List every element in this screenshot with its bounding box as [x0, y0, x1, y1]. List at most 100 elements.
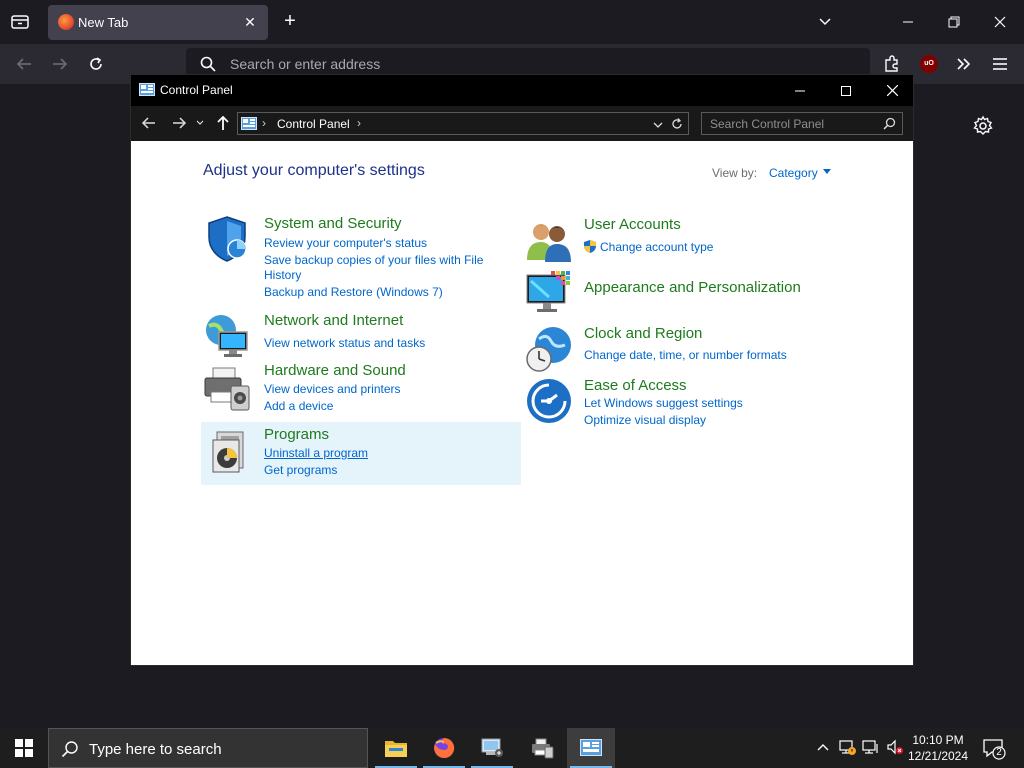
dropdown-caret-icon[interactable]	[823, 169, 831, 174]
category-appearance-and-personalization: Appearance and Personalization	[525, 269, 845, 319]
monitor-icon[interactable]	[525, 269, 573, 317]
notification-count-badge: 2	[996, 747, 1002, 758]
taskbar: Type here to search 10:10 PM 12/21/2024 …	[0, 728, 1024, 768]
category-title[interactable]: Network and Internet	[264, 312, 403, 329]
recent-locations-chevron-icon[interactable]	[195, 114, 205, 132]
link-file-history[interactable]: Save backup copies of your files with Fi…	[264, 252, 483, 268]
maximize-window-button[interactable]	[823, 75, 869, 106]
search-input[interactable]	[710, 113, 878, 134]
gear-icon[interactable]	[972, 115, 994, 137]
search-icon	[61, 740, 79, 758]
category-user-accounts: User Accounts Change account type	[525, 216, 845, 264]
file-explorer-icon[interactable]	[372, 728, 420, 768]
taskbar-search-box[interactable]: Type here to search	[48, 728, 368, 768]
control-panel-taskbar-icon[interactable]	[567, 728, 615, 768]
category-title[interactable]: System and Security	[264, 215, 402, 232]
category-hardware-and-sound: Hardware and Sound View devices and prin…	[203, 362, 523, 414]
back-arrow-icon[interactable]	[13, 53, 35, 75]
close-window-button[interactable]	[869, 75, 915, 106]
breadcrumb-chevron-icon[interactable]: ›	[357, 116, 361, 130]
clock-date: 12/21/2024	[907, 749, 969, 763]
window-title: Control Panel	[160, 83, 233, 97]
restore-icon[interactable]	[944, 12, 964, 32]
breadcrumb-chevron-icon[interactable]: ›	[262, 116, 266, 130]
link-network-status[interactable]: View network status and tasks	[264, 335, 425, 351]
programs-icon[interactable]	[207, 428, 255, 476]
link-suggest-settings[interactable]: Let Windows suggest settings	[584, 395, 743, 411]
category-title[interactable]: Ease of Access	[584, 377, 687, 394]
category-title[interactable]: Programs	[264, 426, 329, 443]
close-icon[interactable]	[990, 12, 1010, 32]
remote-desktop-icon[interactable]	[468, 728, 516, 768]
view-by-dropdown[interactable]: Category	[769, 166, 818, 180]
category-system-and-security: System and Security Review your computer…	[203, 213, 523, 303]
page-title: Adjust your computer's settings	[203, 162, 425, 179]
display-network-icon[interactable]	[862, 738, 880, 756]
control-panel-window: Control Panel › Control Panel › Search C…	[130, 74, 914, 666]
uac-shield-icon	[584, 240, 596, 253]
reload-icon[interactable]	[85, 53, 107, 75]
search-icon[interactable]	[883, 117, 896, 130]
view-by-label: View by:	[712, 166, 758, 180]
new-tab-button[interactable]: +	[280, 11, 300, 31]
forward-arrow-icon[interactable]	[49, 53, 71, 75]
breadcrumb-location[interactable]: Control Panel	[277, 117, 350, 131]
hamburger-menu-icon[interactable]	[990, 54, 1010, 74]
firefox-icon[interactable]	[420, 728, 468, 768]
link-backup-restore[interactable]: Backup and Restore (Windows 7)	[264, 284, 443, 300]
search-icon	[200, 56, 216, 72]
chevron-up-icon[interactable]	[814, 738, 832, 756]
users-icon[interactable]	[525, 216, 573, 264]
link-optimize-display[interactable]: Optimize visual display	[584, 412, 706, 428]
minimize-window-button[interactable]	[777, 75, 823, 106]
link-uninstall-program[interactable]: Uninstall a program	[264, 445, 368, 461]
link-review-status[interactable]: Review your computer's status	[264, 235, 427, 251]
taskbar-search-placeholder: Type here to search	[89, 741, 222, 758]
control-panel-icon	[241, 117, 257, 130]
category-clock-and-region: Clock and Region Change date, time, or n…	[525, 325, 845, 373]
printer-icon[interactable]	[203, 364, 251, 412]
ublock-origin-icon[interactable]: uO	[920, 55, 938, 73]
overflow-menu-icon[interactable]	[954, 54, 974, 74]
extensions-puzzle-icon[interactable]	[882, 54, 902, 74]
link-date-time-formats[interactable]: Change date, time, or number formats	[584, 347, 787, 363]
refresh-icon[interactable]	[670, 117, 684, 131]
network-warning-icon[interactable]	[838, 738, 856, 756]
browser-tab-bar: New Tab ✕ +	[0, 0, 1024, 44]
category-title[interactable]: Clock and Region	[584, 325, 702, 342]
browser-tab[interactable]: New Tab ✕	[48, 5, 268, 40]
category-ease-of-access: Ease of Access Let Windows suggest setti…	[525, 377, 845, 427]
firefox-favicon-icon	[58, 14, 74, 30]
minimize-icon[interactable]	[898, 12, 918, 32]
system-clock[interactable]: 10:10 PM 12/21/2024	[902, 732, 974, 764]
tab-title: New Tab	[78, 15, 129, 30]
back-arrow-icon[interactable]	[140, 114, 158, 132]
control-panel-search[interactable]	[701, 112, 903, 135]
link-add-device[interactable]: Add a device	[264, 398, 333, 414]
control-panel-icon	[139, 83, 155, 97]
explorer-address-bar[interactable]: › Control Panel ›	[237, 112, 689, 135]
shield-icon[interactable]	[203, 215, 251, 263]
up-arrow-icon[interactable]	[214, 114, 232, 132]
link-change-account-type[interactable]: Change account type	[600, 239, 713, 255]
category-title[interactable]: Appearance and Personalization	[584, 279, 801, 296]
window-titlebar[interactable]: Control Panel	[131, 75, 913, 106]
category-programs: Programs Uninstall a program Get program…	[201, 422, 521, 485]
link-get-programs[interactable]: Get programs	[264, 462, 337, 478]
control-panel-content: Adjust your computer's settings View by:…	[131, 141, 913, 665]
windows-start-icon[interactable]	[0, 728, 48, 768]
devices-printers-icon[interactable]	[518, 728, 566, 768]
clock-time: 10:10 PM	[912, 733, 964, 747]
clock-globe-icon[interactable]	[525, 325, 573, 373]
close-tab-icon[interactable]: ✕	[242, 14, 258, 30]
category-title[interactable]: User Accounts	[584, 216, 681, 233]
category-title[interactable]: Hardware and Sound	[264, 362, 406, 379]
chevron-down-icon[interactable]	[816, 13, 834, 31]
firefox-view-icon[interactable]	[8, 10, 32, 34]
link-devices-printers[interactable]: View devices and printers	[264, 381, 401, 397]
link-file-history-continued[interactable]: History	[264, 267, 301, 283]
forward-arrow-icon[interactable]	[170, 114, 188, 132]
network-icon[interactable]	[203, 312, 251, 360]
address-dropdown-chevron-icon[interactable]	[652, 118, 664, 130]
ease-of-access-icon[interactable]	[525, 377, 573, 425]
